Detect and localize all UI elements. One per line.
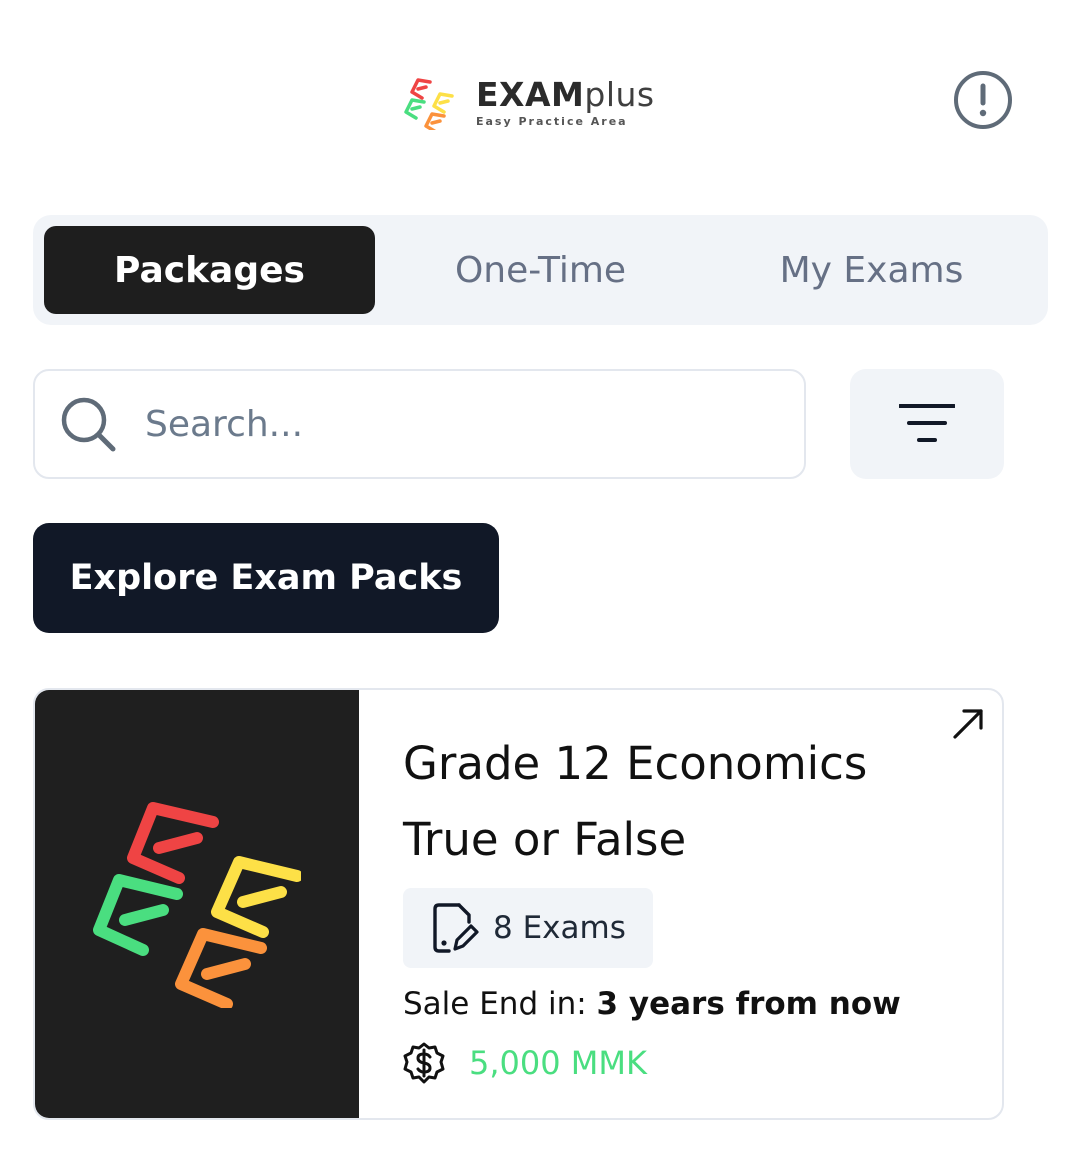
sale-end-value: 3 years from now xyxy=(596,986,901,1022)
info-circle-icon[interactable] xyxy=(953,70,1013,130)
app-screen: EXAMplus Easy Practice Area Packages One… xyxy=(0,0,1080,1154)
search-input[interactable] xyxy=(145,403,705,445)
sale-end-text: Sale End in: 3 years from now xyxy=(403,986,901,1022)
tab-my-exams[interactable]: My Exams xyxy=(706,226,1037,314)
search-box xyxy=(33,369,806,479)
tab-one-time[interactable]: One-Time xyxy=(375,226,706,314)
brand-tagline: Easy Practice Area xyxy=(476,114,628,128)
package-title: Grade 12 Economics True or False xyxy=(403,737,868,866)
dollar-badge-icon xyxy=(403,1042,445,1084)
filter-button[interactable] xyxy=(850,369,1004,479)
package-logo-icon xyxy=(93,802,301,1008)
package-thumbnail xyxy=(35,690,359,1118)
package-card[interactable]: Grade 12 Economics True or False 8 Exams… xyxy=(33,688,1004,1120)
brand-name-bold: EXAM xyxy=(476,74,585,114)
sale-end-prefix: Sale End in: xyxy=(403,986,597,1022)
brand-name-light: plus xyxy=(584,74,655,114)
edit-document-icon xyxy=(433,903,479,953)
price-amount: 5,000 MMK xyxy=(469,1044,647,1082)
brand-logo: EXAMplus Easy Practice Area xyxy=(404,74,655,130)
search-icon xyxy=(61,397,116,452)
logo-mark-icon xyxy=(404,78,454,130)
filter-icon xyxy=(899,404,955,442)
tab-packages[interactable]: Packages xyxy=(44,226,375,314)
explore-exam-packs-button[interactable]: Explore Exam Packs xyxy=(33,523,499,633)
exam-count-label: 8 Exams xyxy=(493,910,626,946)
price-row: 5,000 MMK xyxy=(403,1042,647,1084)
tab-bar: Packages One-Time My Exams xyxy=(33,215,1048,325)
brand-name: EXAMplus xyxy=(476,74,655,114)
exam-count-badge: 8 Exams xyxy=(403,888,653,968)
